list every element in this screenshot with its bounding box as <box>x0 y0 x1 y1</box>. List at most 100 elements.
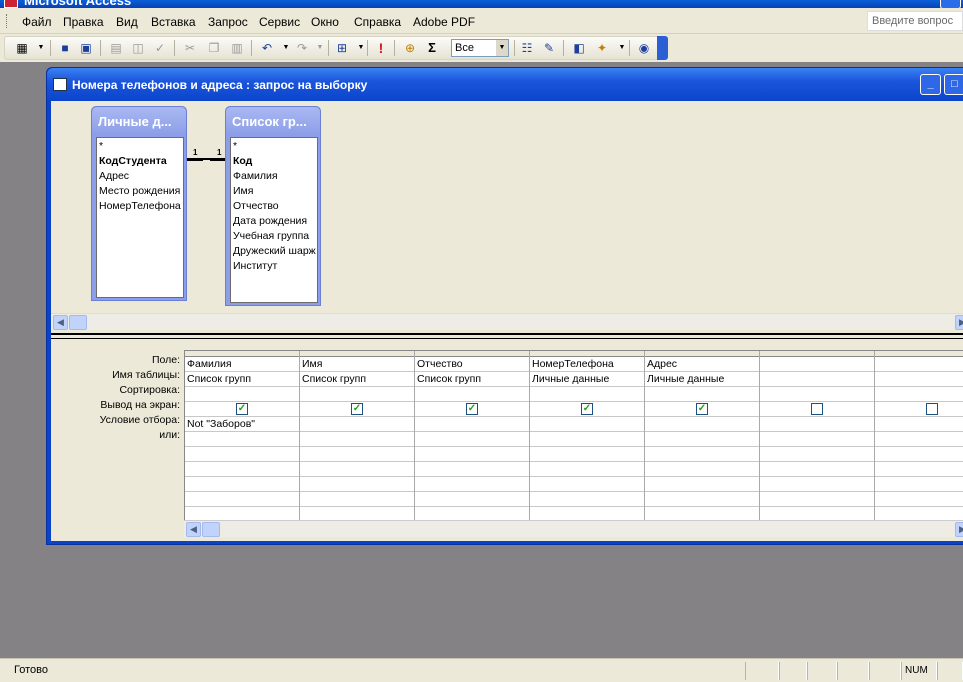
grid-cell-field[interactable]: НомерТелефона <box>530 357 644 372</box>
table-personal-data-title[interactable]: Личные д... <box>92 107 186 134</box>
grid-cell-sort[interactable] <box>530 387 644 402</box>
grid-cell-or[interactable] <box>875 432 963 447</box>
field-item[interactable]: Отчество <box>233 199 315 214</box>
properties-icon[interactable]: ☷ <box>519 40 535 56</box>
relationship-line-join[interactable] <box>202 158 211 160</box>
field-item[interactable]: Место рождения <box>99 184 181 199</box>
pane-splitter[interactable] <box>51 333 963 339</box>
grid-cell-sort[interactable] <box>415 387 529 402</box>
grid-cell-or[interactable] <box>415 477 529 492</box>
top-values-combo[interactable]: Все ▼ <box>451 39 509 57</box>
grid-cell-or[interactable] <box>530 462 644 477</box>
grid-cell-or[interactable] <box>530 432 644 447</box>
grid-cell-or[interactable] <box>875 477 963 492</box>
menu-tools[interactable]: Сервис <box>259 15 300 29</box>
show-checkbox-cell[interactable] <box>760 402 874 417</box>
grid-cell-criteria[interactable] <box>530 417 644 432</box>
menu-file[interactable]: Файл <box>22 15 52 29</box>
grid-cell-sort[interactable] <box>760 387 874 402</box>
grid-cell-or[interactable] <box>760 447 874 462</box>
checkbox-unchecked[interactable] <box>926 403 938 415</box>
scroll-right-icon[interactable]: ▶ <box>955 522 963 537</box>
show-table-icon[interactable]: ⊕ <box>402 40 418 56</box>
grid-cell-or[interactable] <box>645 462 759 477</box>
table-pane-scrollbar[interactable]: ◀ ▶ <box>51 313 963 330</box>
print-icon[interactable]: ▤ <box>108 40 124 56</box>
scroll-thumb[interactable] <box>69 315 87 330</box>
grid-cell-or[interactable] <box>300 477 414 492</box>
grid-cell-criteria[interactable] <box>300 417 414 432</box>
undo-icon[interactable]: ↶ <box>259 40 275 56</box>
grid-cell-field[interactable] <box>760 357 874 372</box>
grid-cell-table[interactable]: Список групп <box>415 372 529 387</box>
show-checkbox-cell[interactable]: ✓ <box>300 402 414 417</box>
grid-cell-or[interactable] <box>645 432 759 447</box>
grid-cell-or[interactable] <box>415 432 529 447</box>
minimize-button[interactable]: _ <box>920 74 941 95</box>
grid-cell-or[interactable] <box>875 492 963 507</box>
chevron-down-icon[interactable]: ▼ <box>496 40 508 56</box>
field-item[interactable]: * <box>233 139 315 154</box>
grid-cell-or[interactable] <box>415 462 529 477</box>
grid-cell-field[interactable]: Отчество <box>415 357 529 372</box>
qbe-column[interactable] <box>760 351 875 522</box>
menu-help[interactable]: Справка <box>354 15 401 29</box>
grid-cell-or[interactable] <box>760 492 874 507</box>
menu-edit[interactable]: Правка <box>63 15 104 29</box>
table-group-list-title[interactable]: Список гр... <box>226 107 320 134</box>
scroll-thumb[interactable] <box>202 522 220 537</box>
grid-cell-or[interactable] <box>645 492 759 507</box>
save-icon[interactable]: ■ <box>57 40 73 56</box>
grid-cell-table[interactable]: Список групп <box>185 372 299 387</box>
scroll-left-icon[interactable]: ◀ <box>53 315 68 330</box>
build-icon[interactable]: ✎ <box>541 40 557 56</box>
checkbox-checked[interactable]: ✓ <box>696 403 708 415</box>
grid-cell-sort[interactable] <box>875 387 963 402</box>
grid-cell-table[interactable] <box>760 372 874 387</box>
cut-icon[interactable]: ✂ <box>182 40 198 56</box>
menu-view[interactable]: Вид <box>116 15 138 29</box>
grid-cell-or[interactable] <box>185 477 299 492</box>
grid-cell-criteria[interactable] <box>760 417 874 432</box>
grid-cell-table[interactable]: Список групп <box>300 372 414 387</box>
query-window-title-bar[interactable]: Номера телефонов и адреса : запрос на вы… <box>47 68 963 101</box>
show-checkbox-cell[interactable] <box>875 402 963 417</box>
print-preview-icon[interactable]: ◫ <box>130 40 146 56</box>
show-checkbox-cell[interactable]: ✓ <box>185 402 299 417</box>
scroll-left-icon[interactable]: ◀ <box>186 522 201 537</box>
field-item[interactable]: Адрес <box>99 169 181 184</box>
grid-cell-or[interactable] <box>645 447 759 462</box>
grid-cell-or[interactable] <box>300 462 414 477</box>
redo-icon[interactable]: ↷ <box>294 40 310 56</box>
checkbox-unchecked[interactable] <box>811 403 823 415</box>
help-question-input[interactable]: Введите вопрос <box>867 11 963 31</box>
relationship-line-right[interactable] <box>210 158 226 161</box>
grid-cell-or[interactable] <box>875 462 963 477</box>
show-checkbox-cell[interactable]: ✓ <box>415 402 529 417</box>
grid-cell-criteria[interactable]: Not "Заборов" <box>185 417 299 432</box>
table-group-list-field-list[interactable]: * Код Фамилия Имя Отчество Дата рождения… <box>230 137 318 303</box>
search-save-icon[interactable]: ▣ <box>78 40 94 56</box>
menu-window[interactable]: Окно <box>311 15 339 29</box>
grid-cell-sort[interactable] <box>185 387 299 402</box>
app-maximize-button[interactable] <box>940 0 961 8</box>
show-checkbox-cell[interactable]: ✓ <box>530 402 644 417</box>
grid-cell-or[interactable] <box>185 492 299 507</box>
view-grid-icon[interactable]: ▦ <box>14 40 30 56</box>
menu-insert[interactable]: Вставка <box>151 15 196 29</box>
grid-cell-or[interactable] <box>645 477 759 492</box>
field-item[interactable]: НомерТелефона <box>99 199 181 214</box>
field-item-key[interactable]: Код <box>233 154 315 169</box>
grid-cell-criteria[interactable] <box>645 417 759 432</box>
view-dropdown-icon[interactable]: ▼ <box>33 40 49 56</box>
grid-cell-criteria[interactable] <box>415 417 529 432</box>
qbe-column[interactable] <box>875 351 963 522</box>
checkbox-checked[interactable]: ✓ <box>351 403 363 415</box>
grid-cell-or[interactable] <box>760 462 874 477</box>
query-type-icon[interactable]: ⊞ <box>334 40 350 56</box>
grid-cell-or[interactable] <box>185 447 299 462</box>
grid-cell-or[interactable] <box>300 432 414 447</box>
grid-cell-table[interactable]: Личные данные <box>645 372 759 387</box>
grid-cell-or[interactable] <box>185 432 299 447</box>
qbe-column[interactable]: Имя Список групп ✓ <box>300 351 415 522</box>
